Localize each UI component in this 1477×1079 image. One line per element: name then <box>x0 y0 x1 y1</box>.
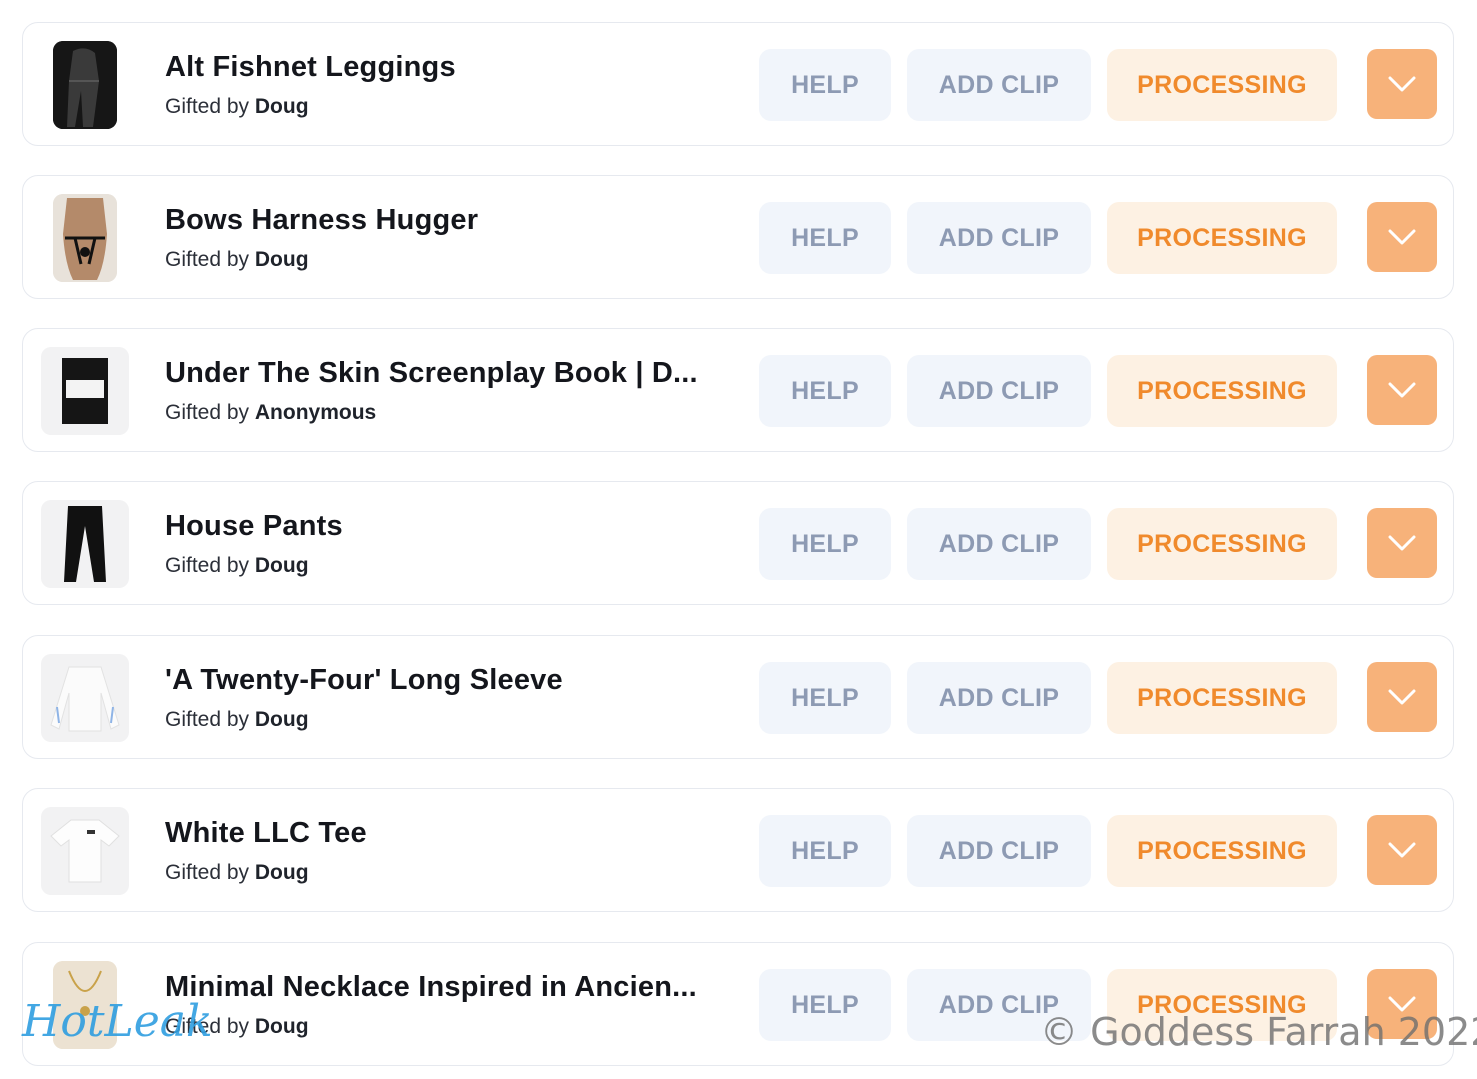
help-button[interactable]: HELP <box>759 815 891 887</box>
copyright-watermark: © Goddess Farrah 2022 <box>1040 1010 1477 1054</box>
item-title: Bows Harness Hugger <box>165 204 479 236</box>
gifted-by: Gifted by Doug <box>165 248 309 271</box>
add-clip-button[interactable]: ADD CLIP <box>907 815 1091 887</box>
add-clip-button[interactable]: ADD CLIP <box>907 355 1091 427</box>
gifted-by: Gifted by Anonymous <box>165 401 377 424</box>
help-button[interactable]: HELP <box>759 662 891 734</box>
expand-toggle-button[interactable] <box>1367 49 1437 119</box>
processing-status-button[interactable]: PROCESSING <box>1107 49 1337 121</box>
gift-card: Bows Harness Hugger Gifted by Doug HELP … <box>22 175 1454 299</box>
expand-toggle-button[interactable] <box>1367 355 1437 425</box>
gifted-by: Gifted by Doug <box>165 95 309 118</box>
chevron-down-icon <box>1388 229 1416 245</box>
item-title: Under The Skin Screenplay Book | D... <box>165 357 698 389</box>
gifted-by: Gifted by Doug <box>165 554 309 577</box>
item-title: House Pants <box>165 510 343 542</box>
help-button[interactable]: HELP <box>759 508 891 580</box>
gifter-name: Doug <box>254 248 309 271</box>
product-image <box>53 41 117 129</box>
product-image <box>41 347 129 435</box>
chevron-down-icon <box>1388 842 1416 858</box>
gifted-by: Gifted by Doug <box>165 708 309 731</box>
processing-status-button[interactable]: PROCESSING <box>1107 202 1337 274</box>
product-image <box>53 194 117 282</box>
expand-toggle-button[interactable] <box>1367 508 1437 578</box>
gifter-name: Doug <box>254 1015 309 1038</box>
product-image <box>41 500 129 588</box>
help-button[interactable]: HELP <box>759 49 891 121</box>
add-clip-button[interactable]: ADD CLIP <box>907 508 1091 580</box>
gift-card: Under The Skin Screenplay Book | D... Gi… <box>22 328 1454 452</box>
gifter-name: Anonymous <box>254 401 377 424</box>
expand-toggle-button[interactable] <box>1367 202 1437 272</box>
gift-card: White LLC Tee Gifted by Doug HELP ADD CL… <box>22 788 1454 912</box>
gifter-name: Doug <box>254 708 309 731</box>
chevron-down-icon <box>1388 689 1416 705</box>
help-button[interactable]: HELP <box>759 202 891 274</box>
processing-status-button[interactable]: PROCESSING <box>1107 355 1337 427</box>
watermark-logo: HotLeak <box>22 996 213 1047</box>
gifted-by: Gifted by Doug <box>165 861 309 884</box>
chevron-down-icon <box>1388 76 1416 92</box>
item-title: Minimal Necklace Inspired in Ancien... <box>165 971 697 1003</box>
chevron-down-icon <box>1388 535 1416 551</box>
add-clip-button[interactable]: ADD CLIP <box>907 49 1091 121</box>
help-button[interactable]: HELP <box>759 355 891 427</box>
expand-toggle-button[interactable] <box>1367 662 1437 732</box>
item-title: 'A Twenty-Four' Long Sleeve <box>165 664 563 696</box>
gifter-name: Doug <box>254 95 309 118</box>
gift-card: House Pants Gifted by Doug HELP ADD CLIP… <box>22 481 1454 605</box>
product-image <box>41 654 129 742</box>
gift-card: 'A Twenty-Four' Long Sleeve Gifted by Do… <box>22 635 1454 759</box>
add-clip-button[interactable]: ADD CLIP <box>907 202 1091 274</box>
item-title: Alt Fishnet Leggings <box>165 51 456 83</box>
processing-status-button[interactable]: PROCESSING <box>1107 508 1337 580</box>
add-clip-button[interactable]: ADD CLIP <box>907 662 1091 734</box>
gift-card: Alt Fishnet Leggings Gifted by Doug HELP… <box>22 22 1454 146</box>
chevron-down-icon <box>1388 382 1416 398</box>
product-image <box>41 807 129 895</box>
gifter-name: Doug <box>254 554 309 577</box>
processing-status-button[interactable]: PROCESSING <box>1107 662 1337 734</box>
item-title: White LLC Tee <box>165 817 367 849</box>
help-button[interactable]: HELP <box>759 969 891 1041</box>
gifter-name: Doug <box>254 861 309 884</box>
processing-status-button[interactable]: PROCESSING <box>1107 815 1337 887</box>
gift-list: Alt Fishnet Leggings Gifted by Doug HELP… <box>0 0 1477 1079</box>
expand-toggle-button[interactable] <box>1367 815 1437 885</box>
